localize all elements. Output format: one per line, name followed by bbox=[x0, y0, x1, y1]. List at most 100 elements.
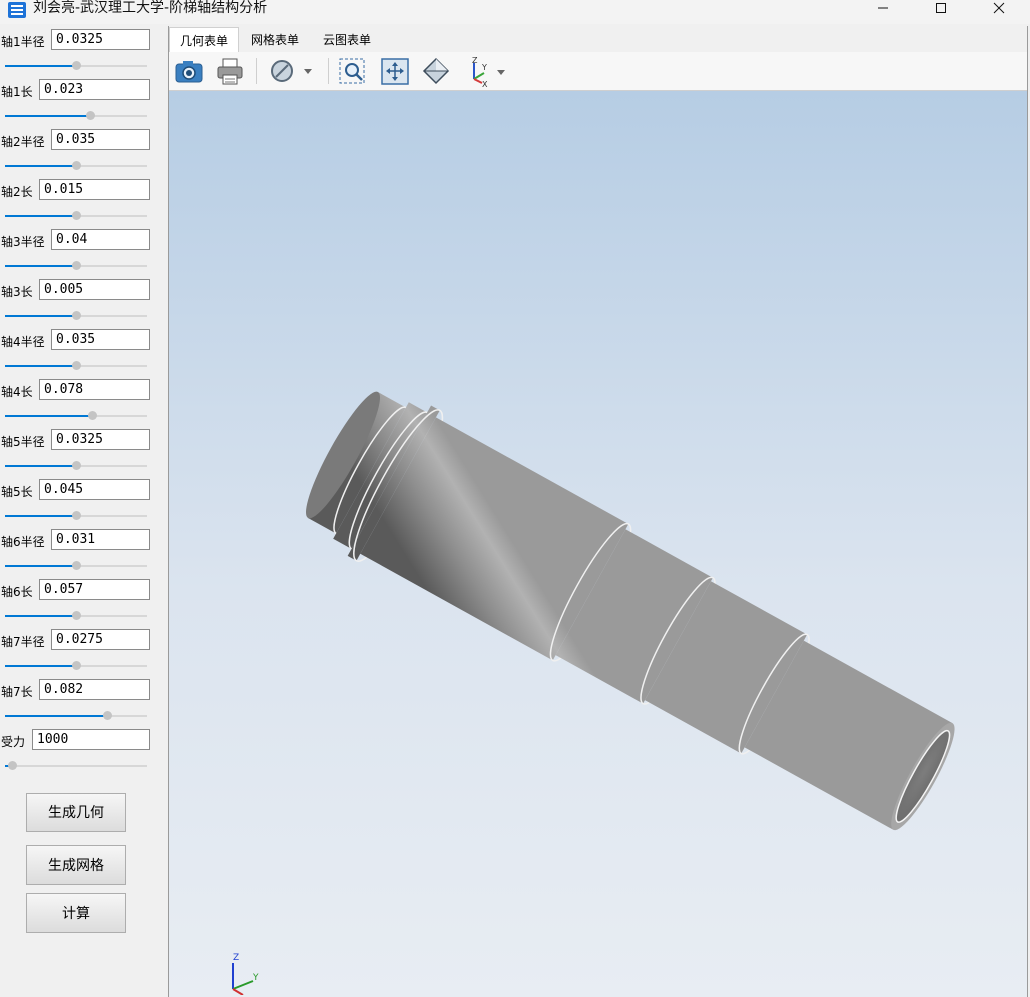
svg-text:Z: Z bbox=[472, 56, 478, 65]
generate-geometry-button[interactable]: 生成几何 bbox=[26, 793, 126, 832]
param-input[interactable]: 0.015 bbox=[39, 179, 150, 200]
tab-mesh[interactable]: 网格表单 bbox=[241, 27, 309, 52]
x-axis bbox=[232, 988, 244, 995]
param-row-7: 轴4半径 0.035 bbox=[0, 328, 168, 378]
param-row-2: 轴1长 0.023 bbox=[0, 78, 168, 128]
param-slider[interactable] bbox=[5, 410, 147, 422]
maximize-button[interactable] bbox=[918, 0, 964, 18]
param-slider[interactable] bbox=[5, 660, 147, 672]
param-label: 轴3半径 bbox=[1, 235, 45, 249]
param-input[interactable]: 0.082 bbox=[39, 679, 150, 700]
viewer-toolbar: Z Y X bbox=[169, 52, 1027, 91]
param-label: 轴6半径 bbox=[1, 535, 45, 549]
slider-thumb[interactable] bbox=[72, 211, 81, 220]
param-slider[interactable] bbox=[5, 110, 147, 122]
compute-button[interactable]: 计算 bbox=[26, 893, 126, 933]
param-row-6: 轴3长 0.005 bbox=[0, 278, 168, 328]
slider-thumb[interactable] bbox=[72, 461, 81, 470]
param-row-5: 轴3半径 0.04 bbox=[0, 228, 168, 278]
minimize-button[interactable] bbox=[860, 0, 906, 18]
param-label: 受力 bbox=[1, 735, 26, 749]
param-input[interactable]: 0.078 bbox=[39, 379, 150, 400]
zoom-window-button[interactable] bbox=[337, 55, 369, 87]
param-slider[interactable] bbox=[5, 210, 147, 222]
slider-thumb[interactable] bbox=[72, 661, 81, 670]
param-row-8: 轴4长 0.078 bbox=[0, 378, 168, 428]
tab-bar: 几何表单 网格表单 云图表单 bbox=[169, 27, 1030, 52]
param-label: 轴3长 bbox=[1, 285, 33, 299]
tab-contour[interactable]: 云图表单 bbox=[313, 27, 381, 52]
param-input[interactable]: 0.035 bbox=[51, 129, 150, 150]
3d-viewport[interactable]: Z Y bbox=[169, 91, 1027, 997]
param-slider[interactable] bbox=[5, 360, 147, 372]
param-slider[interactable] bbox=[5, 460, 147, 472]
param-row-14: 轴7长 0.082 bbox=[0, 678, 168, 728]
param-row-1: 轴1半径 0.0325 bbox=[0, 28, 168, 78]
slider-thumb[interactable] bbox=[72, 311, 81, 320]
param-row-9: 轴5半径 0.0325 bbox=[0, 428, 168, 478]
close-icon bbox=[993, 2, 1005, 14]
svg-text:Y: Y bbox=[481, 63, 487, 72]
param-slider[interactable] bbox=[5, 760, 147, 772]
param-slider[interactable] bbox=[5, 260, 147, 272]
param-label: 轴2半径 bbox=[1, 135, 45, 149]
slider-thumb[interactable] bbox=[72, 161, 81, 170]
print-icon bbox=[217, 58, 243, 85]
slider-thumb[interactable] bbox=[103, 711, 113, 720]
param-input[interactable]: 0.0325 bbox=[51, 29, 150, 50]
param-slider[interactable] bbox=[5, 610, 147, 622]
display-mode-icon bbox=[271, 60, 312, 82]
param-input[interactable]: 0.035 bbox=[51, 329, 150, 350]
param-slider[interactable] bbox=[5, 160, 147, 172]
param-slider[interactable] bbox=[5, 710, 147, 722]
param-input[interactable]: 0.04 bbox=[51, 229, 150, 250]
param-input[interactable]: 0.0275 bbox=[51, 629, 150, 650]
slider-thumb[interactable] bbox=[72, 261, 81, 270]
param-label: 轴5半径 bbox=[1, 435, 45, 449]
slider-thumb[interactable] bbox=[72, 511, 81, 520]
app-icon bbox=[8, 2, 26, 18]
param-input[interactable]: 0.057 bbox=[39, 579, 150, 600]
print-button[interactable] bbox=[214, 55, 246, 87]
svg-text:X: X bbox=[482, 80, 488, 87]
toolbar-separator bbox=[328, 58, 329, 84]
param-input[interactable]: 0.0325 bbox=[51, 429, 150, 450]
tab-geometry[interactable]: 几何表单 bbox=[169, 27, 239, 52]
param-input[interactable]: 0.005 bbox=[39, 279, 150, 300]
param-row-12: 轴6长 0.057 bbox=[0, 578, 168, 628]
param-row-4: 轴2长 0.015 bbox=[0, 178, 168, 228]
generate-mesh-button[interactable]: 生成网格 bbox=[26, 845, 126, 885]
param-label: 轴7半径 bbox=[1, 635, 45, 649]
fit-all-button[interactable] bbox=[379, 55, 411, 87]
view-cube-button[interactable] bbox=[420, 55, 452, 87]
slider-thumb[interactable] bbox=[72, 361, 81, 370]
fit-all-icon bbox=[381, 58, 409, 85]
view-cube-icon bbox=[422, 57, 450, 85]
slider-thumb[interactable] bbox=[86, 111, 96, 120]
toolbar-separator bbox=[256, 58, 257, 84]
axis-view-button[interactable]: Z Y X bbox=[462, 55, 512, 87]
slider-thumb[interactable] bbox=[72, 611, 81, 620]
param-row-10: 轴5长 0.045 bbox=[0, 478, 168, 528]
display-mode-button[interactable] bbox=[266, 55, 318, 87]
slider-thumb[interactable] bbox=[87, 411, 97, 420]
close-button[interactable] bbox=[976, 0, 1022, 18]
param-slider[interactable] bbox=[5, 510, 147, 522]
param-slider[interactable] bbox=[5, 60, 147, 72]
param-row-15: 受力 1000 bbox=[0, 728, 168, 778]
slider-thumb[interactable] bbox=[8, 761, 18, 770]
param-input[interactable]: 0.031 bbox=[51, 529, 150, 550]
slider-thumb[interactable] bbox=[72, 61, 81, 70]
param-slider[interactable] bbox=[5, 310, 147, 322]
slider-thumb[interactable] bbox=[72, 561, 81, 570]
param-row-11: 轴6半径 0.031 bbox=[0, 528, 168, 578]
param-input[interactable]: 1000 bbox=[32, 729, 150, 750]
minimize-icon bbox=[878, 7, 888, 9]
param-input[interactable]: 0.023 bbox=[39, 79, 150, 100]
param-label: 轴6长 bbox=[1, 585, 33, 599]
param-slider[interactable] bbox=[5, 560, 147, 572]
snapshot-button[interactable] bbox=[173, 55, 205, 87]
param-label: 轴5长 bbox=[1, 485, 33, 499]
camera-icon bbox=[175, 61, 203, 83]
param-input[interactable]: 0.045 bbox=[39, 479, 150, 500]
